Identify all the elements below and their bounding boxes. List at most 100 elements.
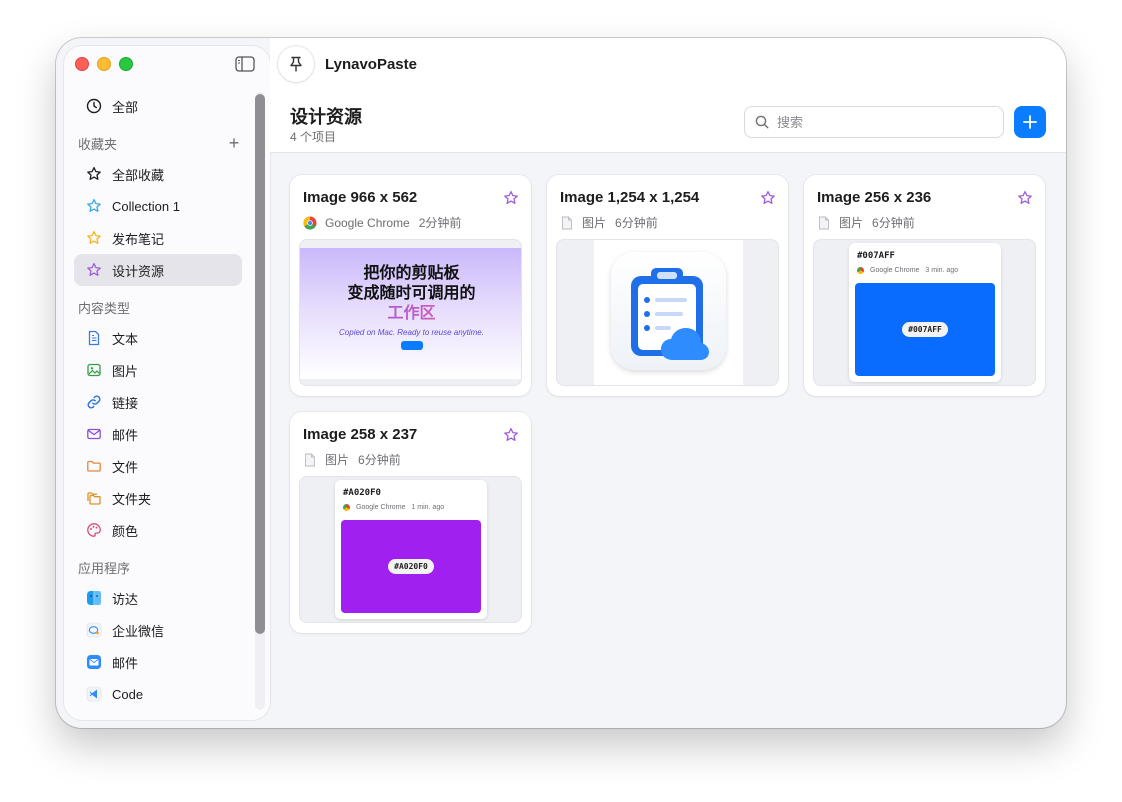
sidebar-item-label: 文件夹 [112,491,152,507]
folder-icon [86,458,102,474]
promo-cta [400,341,423,350]
plus-icon[interactable]: + [226,133,242,154]
card-meta: 图片 6分钟前 [560,214,658,231]
chrome-icon [343,504,350,511]
sidebar-item-label: 企业微信 [112,623,165,639]
sidebar-item-type[interactable]: 邮件 [74,418,242,450]
sidebar-item-type[interactable]: 链接 [74,386,242,418]
pin-button[interactable] [278,46,314,82]
sidebar-item-app[interactable]: Code [74,678,242,710]
hex-pill: #007AFF [902,322,948,337]
search-box[interactable] [744,106,1004,138]
envelope-icon [86,426,102,442]
card-time: 6分钟前 [358,453,401,467]
color-swatch: #A020F0 [341,520,481,613]
card-source: 图片 [839,216,864,230]
plus-icon [1023,115,1037,129]
sidebar-item-favorite[interactable]: 设计资源 [74,254,242,286]
apps-header: 应用程序 [74,552,242,582]
color-meta: Google Chrome 1 min. ago [343,504,444,511]
sidebar-item-label: 全部 [112,99,139,115]
card-preview: #007AFF Google Chrome 3 min. ago #007AFF [813,239,1036,386]
color-hex: #007AFF [857,251,895,261]
window-controls [75,57,133,71]
clock-icon [86,98,102,114]
sidebar-item-type[interactable]: 文件夹 [74,482,242,514]
icon-preview [594,240,743,385]
sidebar-item-label: 设计资源 [112,263,165,279]
sidebar-toggle-icon[interactable] [235,56,255,72]
clip-card[interactable]: Image 1,254 x 1,254 图片 6分钟前 [547,175,788,396]
sidebar-item-type[interactable]: 文件 [74,450,242,482]
card-title: Image 966 x 562 [303,189,418,206]
minimize-button[interactable] [97,57,111,71]
card-title: Image 256 x 236 [817,189,932,206]
sidebar-item-label: 发布笔记 [112,231,165,247]
photo-icon [86,362,102,378]
search-input[interactable] [777,114,977,130]
star-icon [86,166,102,182]
card-source: 图片 [582,216,607,230]
app-title: LynavoPaste [325,56,417,73]
section-title: 收藏夹 [78,136,118,152]
sidebar-item-app[interactable]: 企业微信 [74,614,242,646]
add-button[interactable] [1014,106,1046,138]
sidebar-item-favorite[interactable]: 全部收藏 [74,158,242,190]
sidebar-item-type[interactable]: 颜色 [74,514,242,546]
toolbar: LynavoPaste 设计资源 4 个项目 [270,38,1066,153]
apps-list: 访达企业微信邮件 Code [74,582,242,710]
card-preview: 把你的剪贴板 变成随时可调用的 工作区 Copied on Mac. Ready… [299,239,522,386]
favorites-list: 全部收藏 Collection 1 发布笔记设计资源 [74,158,242,286]
sidebar-item-app[interactable]: 邮件 [74,646,242,678]
folders-icon [86,490,102,506]
color-ago: 3 min. ago [925,267,959,274]
sidebar-scroll-thumb[interactable] [255,94,265,634]
color-meta: Google Chrome 3 min. ago [857,267,958,274]
card-time: 2分钟前 [418,216,462,230]
close-button[interactable] [75,57,89,71]
sidebar-item-type[interactable]: 图片 [74,354,242,386]
star-icon [86,230,102,246]
card-meta: Google Chrome 2分钟前 [303,214,461,231]
card-time: 6分钟前 [615,216,658,230]
card-source: Google Chrome [325,215,410,230]
star-icon[interactable] [503,190,519,206]
sidebar-item-favorite[interactable]: 发布笔记 [74,222,242,254]
sidebar-item-favorite[interactable]: Collection 1 [74,190,242,222]
card-preview [556,239,779,386]
document-icon [86,330,102,346]
file-icon [819,216,829,229]
zoom-button[interactable] [119,57,133,71]
promo-line: 把你的剪贴板 [363,265,460,282]
star-icon[interactable] [760,190,776,206]
sidebar-item-app[interactable]: 访达 [74,582,242,614]
color-app: Google Chrome [870,267,920,274]
file-icon [562,216,572,229]
star-icon[interactable] [1017,190,1033,206]
card-title: Image 1,254 x 1,254 [560,189,700,206]
palette-icon [86,522,102,538]
card-meta: 图片 6分钟前 [817,214,915,231]
clip-card[interactable]: Image 966 x 562 Google Chrome 2分钟前 把你的剪贴… [290,175,531,396]
clip-card[interactable]: Image 256 x 236 图片 6分钟前 #007AFF Google C… [804,175,1045,396]
card-preview: #A020F0 Google Chrome 1 min. ago #A020F0 [299,476,522,623]
link-icon [86,394,102,410]
vscode-icon [86,686,102,702]
section-title: 应用程序 [78,560,131,576]
sidebar: 全部 收藏夹 + 全部收藏 Collection 1 发布笔记 设计资源 内容类型 文… [64,46,270,720]
clip-card[interactable]: Image 258 x 237 图片 6分钟前 #A020F0 Google C… [290,412,531,633]
star-icon [86,198,102,214]
promo-highlight: 工作区 [300,304,521,324]
sidebar-item-all[interactable]: 全部 [74,90,242,122]
promo-line: 变成随时可调用的 [347,285,476,302]
star-icon[interactable] [503,427,519,443]
clipboard-app-icon [611,252,726,370]
sidebar-item-label: 邮件 [112,655,139,671]
finder-icon [86,590,102,606]
sidebar-item-type[interactable]: 文本 [74,322,242,354]
promo-image: 把你的剪贴板 变成随时可调用的 工作区 Copied on Mac. Ready… [300,248,521,379]
sidebar-nav: 全部 收藏夹 + 全部收藏 Collection 1 发布笔记 设计资源 内容类型 文… [74,90,242,710]
app-window: 全部 收藏夹 + 全部收藏 Collection 1 发布笔记 设计资源 内容类型 文… [56,38,1066,728]
sidebar-item-label: 访达 [112,591,139,607]
favorites-header: 收藏夹 + [74,128,242,158]
